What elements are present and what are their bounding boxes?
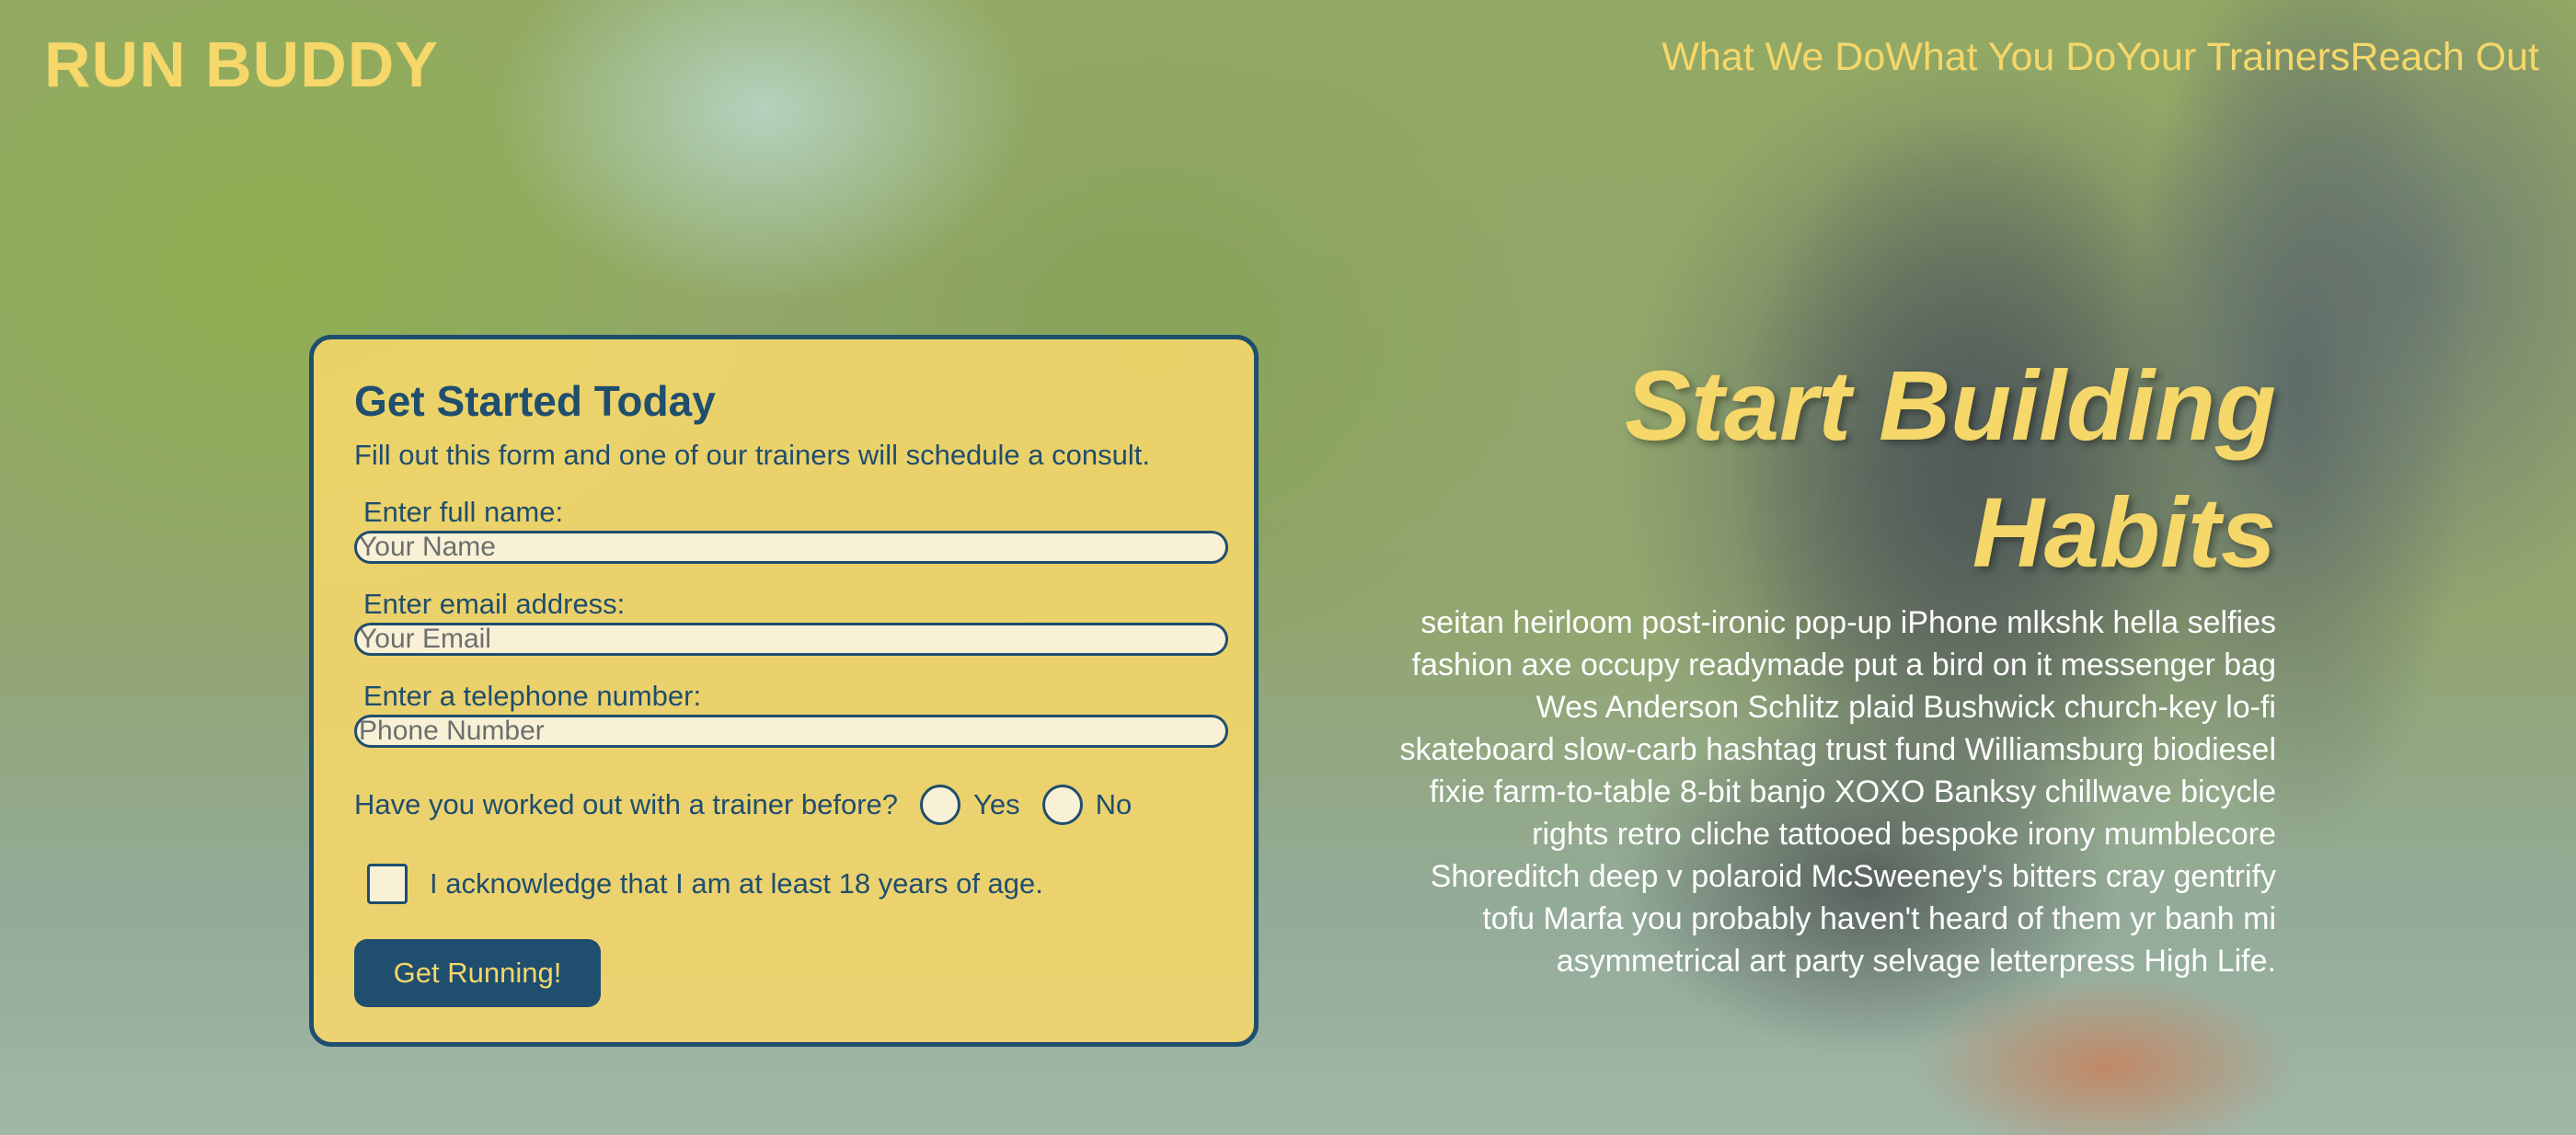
get-started-form: Get Started Today Fill out this form and… bbox=[309, 335, 1259, 1047]
full-name-field-group: Enter full name: bbox=[354, 496, 1228, 564]
age-acknowledge-checkbox[interactable] bbox=[367, 864, 408, 904]
full-name-input[interactable] bbox=[354, 531, 1228, 564]
trainer-yes-label: Yes bbox=[973, 788, 1020, 820]
form-title: Get Started Today bbox=[354, 377, 716, 425]
trainer-question-row: Have you worked out with a trainer befor… bbox=[354, 785, 1213, 825]
phone-field-group: Enter a telephone number: bbox=[354, 680, 1228, 748]
nav-what-you-do[interactable]: What You Do bbox=[1885, 35, 2116, 80]
email-input[interactable] bbox=[354, 623, 1228, 656]
hero-title-line-2: Habits bbox=[1972, 476, 2276, 588]
trainer-question-label: Have you worked out with a trainer befor… bbox=[354, 788, 899, 820]
hero-title: Start Building Habits bbox=[1374, 342, 2276, 596]
get-running-button[interactable]: Get Running! bbox=[354, 939, 601, 1007]
main-nav: What We Do What You Do Your Trainers Rea… bbox=[1662, 35, 2539, 80]
email-label: Enter email address: bbox=[363, 588, 626, 620]
full-name-label: Enter full name: bbox=[363, 496, 564, 528]
nav-your-trainers[interactable]: Your Trainers bbox=[2116, 35, 2350, 80]
trainer-no-radio[interactable] bbox=[1041, 785, 1083, 825]
hero-text-block: Start Building Habits seitan heirloom po… bbox=[1374, 342, 2276, 982]
nav-reach-out[interactable]: Reach Out bbox=[2350, 35, 2539, 80]
age-acknowledge-label: I acknowledge that I am at least 18 year… bbox=[430, 867, 1043, 900]
phone-label: Enter a telephone number: bbox=[363, 680, 702, 712]
email-field-group: Enter email address: bbox=[354, 588, 1228, 656]
phone-input[interactable] bbox=[354, 715, 1228, 748]
nav-what-we-do[interactable]: What We Do bbox=[1662, 35, 1885, 80]
site-header: RUN BUDDY What We Do What You Do Your Tr… bbox=[0, 0, 2576, 120]
form-subtitle: Fill out this form and one of our traine… bbox=[354, 439, 1150, 471]
age-acknowledge-row: I acknowledge that I am at least 18 year… bbox=[354, 864, 1213, 904]
trainer-no-label: No bbox=[1095, 788, 1133, 820]
trainer-yes-radio[interactable] bbox=[920, 785, 961, 825]
hero-body-text: seitan heirloom post-ironic pop-up iPhon… bbox=[1399, 605, 2276, 979]
hero-title-line-1: Start Building bbox=[1625, 350, 2276, 461]
site-logo[interactable]: RUN BUDDY bbox=[44, 28, 439, 101]
hero-section: RUN BUDDY What We Do What You Do Your Tr… bbox=[0, 0, 2576, 1135]
